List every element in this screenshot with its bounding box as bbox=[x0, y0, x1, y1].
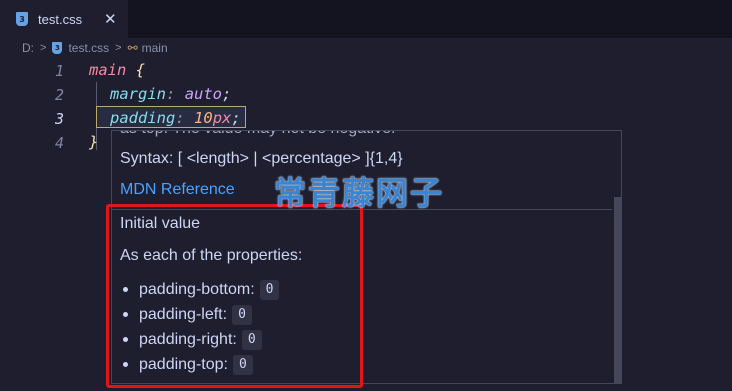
mdn-reference-link[interactable]: MDN Reference bbox=[120, 181, 235, 199]
colon: : bbox=[166, 85, 176, 103]
hover-description: as top. The value may not be negative. bbox=[120, 131, 395, 138]
css-property: margin bbox=[110, 85, 166, 103]
breadcrumb-drive[interactable]: D: bbox=[22, 41, 34, 55]
tab-bar: 3 test.css ✕ bbox=[0, 0, 732, 38]
css-unit: px bbox=[212, 109, 232, 127]
chevron-right-icon: > bbox=[115, 42, 122, 54]
css-value: auto bbox=[184, 85, 223, 103]
line-number: 2 bbox=[54, 86, 64, 104]
tab-test-css[interactable]: 3 test.css ✕ bbox=[0, 0, 128, 38]
line-number: 4 bbox=[54, 134, 64, 152]
breadcrumb: D: > 3 test.css > ⚯ main bbox=[22, 40, 168, 56]
open-brace: { bbox=[135, 61, 146, 79]
css-number: 10 bbox=[194, 109, 213, 127]
breadcrumb-symbol[interactable]: main bbox=[142, 41, 168, 55]
hover-syntax: Syntax: [ <length> | <percentage> ]{1,4} bbox=[120, 150, 403, 167]
css-file-icon: 3 bbox=[52, 42, 63, 54]
line-number: 1 bbox=[54, 62, 64, 80]
code-line-1[interactable]: main { bbox=[89, 61, 145, 79]
close-icon[interactable]: ✕ bbox=[104, 10, 117, 28]
semicolon: ; bbox=[231, 109, 241, 127]
colon: : bbox=[175, 109, 185, 127]
breadcrumb-file[interactable]: test.css bbox=[68, 41, 109, 55]
line-number: 3 bbox=[54, 110, 64, 128]
semicolon: ; bbox=[222, 85, 232, 103]
css-file-icon: 3 bbox=[16, 12, 28, 26]
symbol-icon: ⚯ bbox=[127, 41, 138, 55]
watermark: 常青藤网子 bbox=[274, 174, 445, 212]
css-selector: main bbox=[89, 61, 127, 79]
css-property: padding bbox=[110, 109, 176, 127]
code-line-2[interactable]: margin: auto; bbox=[110, 85, 231, 103]
code-line-3[interactable]: padding: 10px; bbox=[110, 109, 241, 127]
tab-title: test.css bbox=[38, 11, 83, 27]
code-line-4[interactable]: } bbox=[89, 133, 98, 151]
annotation-highlight-box bbox=[106, 204, 363, 388]
chevron-right-icon: > bbox=[40, 42, 47, 54]
hover-scrollbar[interactable] bbox=[614, 197, 621, 383]
close-brace: } bbox=[89, 133, 99, 151]
